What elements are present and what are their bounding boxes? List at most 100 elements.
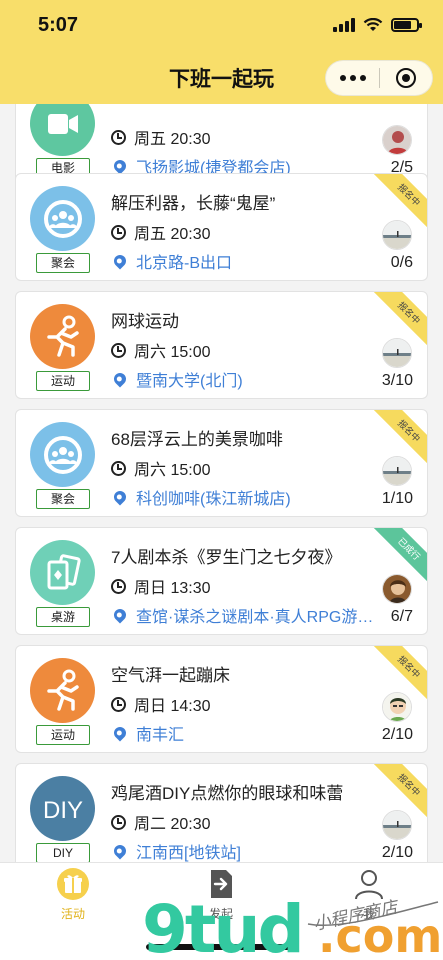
event-time-row: 周五 20:30: [111, 220, 211, 244]
participant-avatar: [382, 338, 412, 368]
event-list[interactable]: 电影 周五 20:30 飞扬影城(捷登都会店) 2/5 聚会 解压利器，长藤“鬼屋” 周五 …: [0, 104, 443, 862]
event-time: 周六 15:00: [134, 344, 211, 361]
movie-icon: [30, 104, 95, 156]
event-time: 周二 20:30: [134, 816, 211, 833]
event-time-row: 周二 20:30: [111, 810, 211, 834]
participant-avatar: [382, 574, 412, 604]
event-card[interactable]: 桌游 7人剧本杀《罗生门之七夕夜》周日 13:30 查馆·谋杀之谜剧本·真人RPG游…: [15, 527, 428, 635]
location-pin-icon: [111, 606, 129, 624]
event-time: 周五 20:30: [134, 131, 211, 148]
location-pin-icon: [111, 370, 129, 388]
clock-icon: [111, 129, 126, 145]
event-location-link[interactable]: 江南西[地铁站]: [111, 839, 381, 862]
event-location: 暨南大学(北门): [136, 373, 243, 390]
event-time-row: 周六 15:00: [111, 338, 211, 362]
user-icon: [355, 870, 383, 900]
home-indicator: [146, 944, 298, 950]
event-time-row: 周日 14:30: [111, 692, 211, 716]
event-title: 空气湃一起蹦床: [111, 666, 230, 685]
event-location: 南丰汇: [136, 727, 185, 744]
running-icon: [30, 304, 95, 369]
category-tag: DIY: [36, 843, 90, 862]
participant-avatar: [382, 810, 412, 840]
signal-icon: [333, 18, 355, 32]
event-location: 北京路-B出口: [136, 255, 233, 272]
event-title: 68层浮云上的美景咖啡: [111, 430, 283, 449]
location-pin-icon: [111, 842, 129, 860]
post-icon: [211, 870, 232, 898]
tab-label: 发起: [208, 907, 233, 921]
event-title: 网球运动: [111, 312, 179, 331]
wifi-icon: [363, 18, 383, 31]
location-pin-icon: [111, 157, 129, 175]
participant-count: 0/6: [390, 254, 413, 271]
category-tag: 运动: [36, 371, 90, 391]
clock-icon: [111, 224, 126, 240]
clock-icon: [111, 578, 126, 594]
category-tag: 运动: [36, 725, 90, 745]
status-bar: 5:07: [0, 0, 443, 52]
participant-count: 2/10: [381, 844, 413, 861]
event-time: 周日 14:30: [134, 698, 211, 715]
tab-activities[interactable]: 活动: [18, 867, 128, 927]
participant-avatar: [382, 220, 412, 250]
diy-icon: DIY: [30, 776, 95, 841]
participant-avatar: [382, 125, 412, 155]
group-icon: [30, 422, 95, 487]
gift-icon: [57, 868, 89, 900]
status-time: 5:07: [38, 14, 79, 36]
event-card[interactable]: 聚会 解压利器，长藤“鬼屋” 周五 20:30 北京路-B出口 0/6 报名中: [15, 173, 428, 281]
battery-icon: [391, 18, 422, 32]
category-tag: 聚会: [36, 253, 90, 273]
category-tag: 桌游: [36, 607, 90, 627]
running-icon: [30, 658, 95, 723]
miniprogram-capsule: [325, 60, 433, 96]
category-tag: 聚会: [36, 489, 90, 509]
svg-text:DIY: DIY: [42, 797, 82, 824]
event-location: 科创咖啡(珠江新城店): [136, 491, 291, 508]
location-pin-icon: [111, 488, 129, 506]
participant-count: 2/10: [381, 726, 413, 743]
cards-icon: [30, 540, 95, 605]
event-card[interactable]: 聚会 68层浮云上的美景咖啡 周六 15:00 科创咖啡(珠江新城店) 1/10 报名中: [15, 409, 428, 517]
event-time-row: 周五 20:30: [111, 125, 211, 149]
location-pin-icon: [111, 252, 129, 270]
clock-icon: [111, 814, 126, 830]
event-location: 江南西[地铁站]: [136, 845, 241, 862]
event-location: 查馆·谋杀之谜剧本·真人RPG游戏馆: [136, 609, 381, 626]
event-time: 周日 13:30: [134, 580, 211, 597]
event-time: 周五 20:30: [134, 226, 211, 243]
event-time: 周六 15:00: [134, 462, 211, 479]
status-icons: [333, 18, 422, 32]
event-location-link[interactable]: 北京路-B出口: [111, 249, 381, 273]
event-title: 7人剧本杀《罗生门之七夕夜》: [111, 548, 342, 567]
tab-create[interactable]: 发起: [166, 867, 276, 927]
participant-avatar: [382, 692, 412, 722]
tab-me[interactable]: 我: [314, 867, 424, 927]
event-time-row: 周日 13:30: [111, 574, 211, 598]
event-time-row: 周六 15:00: [111, 456, 211, 480]
target-icon: [395, 68, 416, 88]
event-location-link[interactable]: 查馆·谋杀之谜剧本·真人RPG游戏馆: [111, 603, 381, 627]
tab-label: 活动: [60, 907, 85, 921]
participant-count: 3/10: [381, 372, 413, 389]
tab-label: 我: [362, 907, 375, 921]
event-card[interactable]: 运动 网球运动 周六 15:00 暨南大学(北门) 3/10 报名中: [15, 291, 428, 399]
clock-icon: [111, 342, 126, 358]
participant-count: 6/7: [390, 608, 413, 625]
nav-bar: 下班一起玩: [0, 52, 443, 104]
event-card[interactable]: 运动 空气湃一起蹦床 周日 14:30 南丰汇 2/10 报名中: [15, 645, 428, 753]
tab-bar: 活动 发起 我: [0, 862, 443, 960]
event-location-link[interactable]: 科创咖啡(珠江新城店): [111, 485, 381, 509]
close-miniprogram-button[interactable]: [380, 60, 432, 96]
location-pin-icon: [111, 724, 129, 742]
event-location-link[interactable]: 暨南大学(北门): [111, 367, 381, 391]
clock-icon: [111, 696, 126, 712]
group-icon: [30, 186, 95, 251]
participant-avatar: [382, 456, 412, 486]
event-title: 鸡尾酒DIY点燃你的眼球和味蕾: [111, 784, 344, 803]
event-card[interactable]: DIY DIY 鸡尾酒DIY点燃你的眼球和味蕾周二 20:30 江南西[地铁站] 2/1…: [15, 763, 428, 862]
more-button[interactable]: [326, 60, 379, 96]
event-title: 解压利器，长藤“鬼屋”: [111, 194, 276, 213]
event-location-link[interactable]: 南丰汇: [111, 721, 381, 745]
